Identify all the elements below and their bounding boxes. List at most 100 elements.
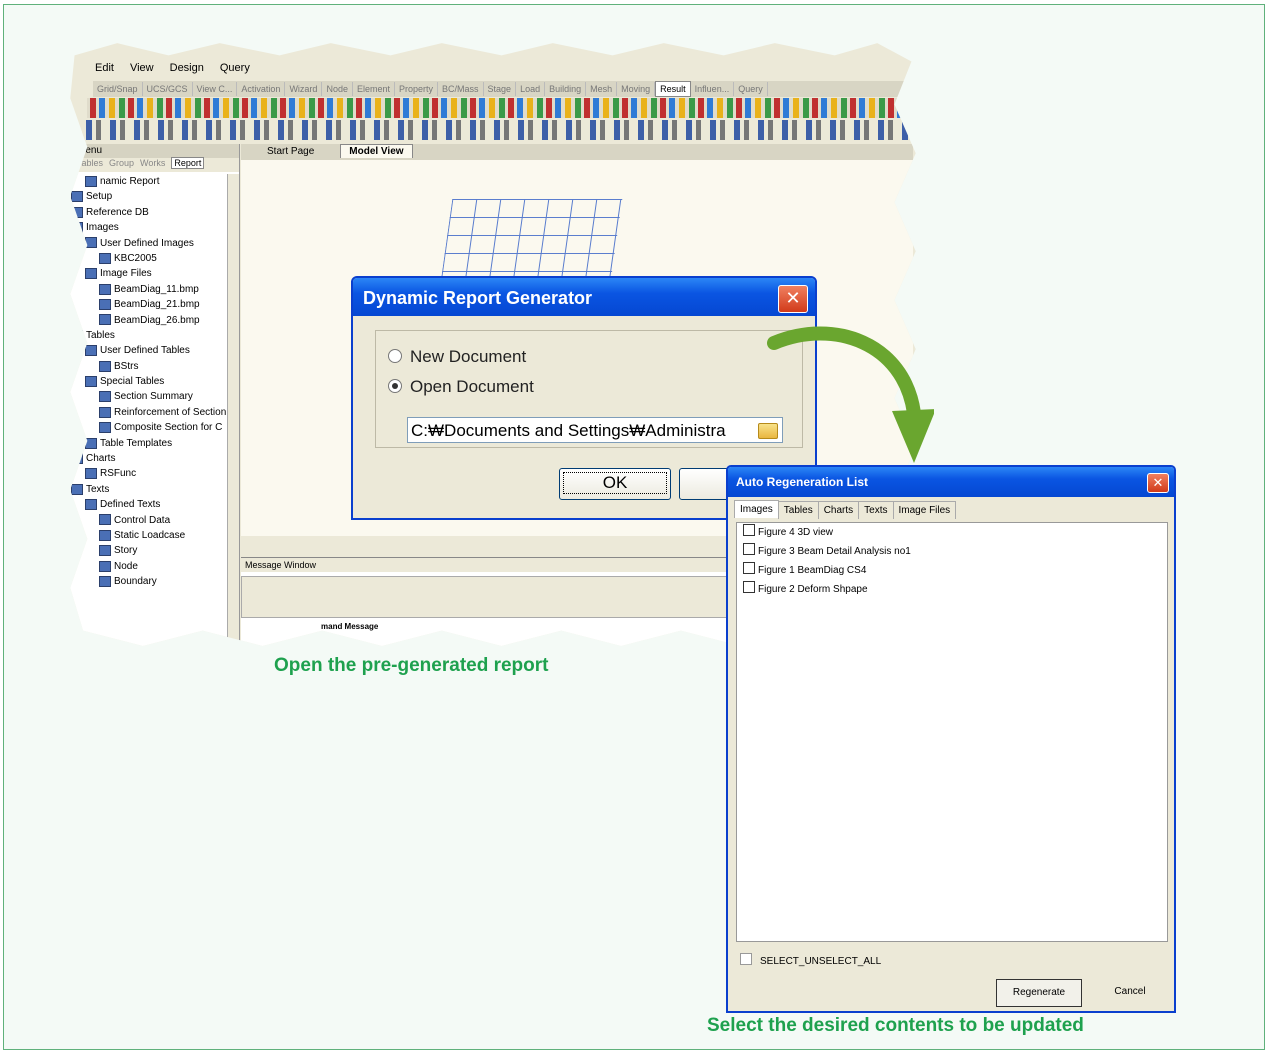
ribbon-tab[interactable]: Mesh [586, 82, 618, 96]
tree-item-label: Images [86, 222, 119, 234]
menu-item[interactable]: Design [170, 62, 204, 74]
view-tab[interactable]: Model View [340, 144, 413, 158]
toolbar-secondary [82, 120, 916, 140]
tree-item[interactable]: Special Tables [70, 374, 227, 389]
document-path-field[interactable]: C:₩Documents and Settings₩Administra [407, 417, 783, 443]
tree-item[interactable]: Table Templates [70, 436, 227, 451]
ribbon-tab[interactable]: View C... [193, 82, 238, 96]
tree-panel-title: Menu [70, 144, 239, 158]
ribbon-tab[interactable]: Grid/Snap [93, 82, 143, 96]
tree-item[interactable]: Tables [70, 328, 227, 343]
regeneration-item-label: Figure 3 Beam Detail Analysis no1 [758, 546, 911, 557]
ribbon-tab[interactable]: Property [395, 82, 439, 96]
tree-item-label: Composite Section for C [114, 422, 223, 434]
tree-item[interactable]: Reference DB [70, 205, 227, 220]
arl-tab[interactable]: Tables [777, 501, 819, 519]
tree-item[interactable]: BeamDiag_21.bmp [70, 297, 227, 312]
ribbon-tab[interactable]: Activation [237, 82, 286, 96]
tree-item[interactable]: Node [70, 559, 227, 574]
tree-item-label: BeamDiag_21.bmp [114, 299, 200, 311]
tree-item[interactable]: BeamDiag_26.bmp [70, 313, 227, 328]
tree-node-icon [99, 560, 111, 572]
menu-item[interactable]: Query [220, 62, 250, 74]
menu-item[interactable]: Edit [95, 62, 114, 74]
tree-item[interactable]: Texts [70, 482, 227, 497]
select-unselect-all-checkbox[interactable]: SELECT_UNSELECT_ALL [740, 953, 881, 967]
tree-item[interactable]: Reinforcement of Section [70, 405, 227, 420]
tree-node-icon [99, 283, 111, 295]
tree-item-label: Special Tables [100, 376, 165, 388]
checkbox-icon[interactable] [743, 543, 755, 555]
ribbon-tab[interactable]: UCS/GCS [143, 82, 193, 96]
tree-node-icon [99, 529, 111, 541]
tree-item[interactable]: Boundary [70, 574, 227, 589]
tree-tab[interactable]: Group [109, 158, 134, 168]
ribbon-tab[interactable]: Load [516, 82, 546, 96]
ribbon-tab[interactable]: BC/Mass [438, 82, 484, 96]
arl-tab[interactable]: Texts [858, 501, 894, 519]
tree-item[interactable]: RSFunc [70, 466, 227, 481]
ribbon-tab[interactable]: Stage [484, 82, 517, 96]
ribbon-tab[interactable]: Node [322, 82, 353, 96]
tree-item-label: User Defined Tables [100, 345, 190, 357]
ok-button[interactable]: OK [559, 468, 671, 500]
checkbox-icon[interactable] [743, 524, 755, 536]
tree-node-icon [99, 252, 111, 264]
arl-close-button[interactable]: ✕ [1147, 473, 1169, 493]
checkbox-icon[interactable] [743, 562, 755, 574]
tree-item[interactable]: BStrs [70, 359, 227, 374]
caption-open-report: Open the pre-generated report [274, 655, 549, 676]
tree-item[interactable]: Image Files [70, 266, 227, 281]
ribbon-tab[interactable]: Wizard [285, 82, 323, 96]
tree-item[interactable]: User Defined Tables [70, 343, 227, 358]
arl-cancel-button[interactable]: Cancel [1088, 979, 1172, 1007]
checkbox-icon [740, 953, 752, 965]
tree-node-icon [85, 345, 97, 357]
regeneration-list-item[interactable]: Figure 1 BeamDiag CS4 [737, 561, 1167, 580]
tree-node-icon [85, 499, 97, 511]
regeneration-list-item[interactable]: Figure 2 Deform Shpape [737, 580, 1167, 599]
checkbox-icon[interactable] [743, 581, 755, 593]
tree-item[interactable]: Defined Texts [70, 497, 227, 512]
tree-item[interactable]: BeamDiag_11.bmp [70, 282, 227, 297]
open-document-radio[interactable]: Open Document [388, 377, 534, 397]
view-tab[interactable]: Start Page [259, 145, 322, 158]
auto-regeneration-list-dialog: Auto Regeneration List ✕ Images Tables Cha… [726, 465, 1176, 1013]
drg-title-bar: Dynamic Report Generator [353, 278, 815, 316]
regeneration-item-label: Figure 4 3D view [758, 527, 834, 538]
ribbon-tab[interactable]: Query [734, 82, 768, 96]
regeneration-list-item[interactable]: Figure 3 Beam Detail Analysis no1 [737, 542, 1167, 561]
regeneration-list-item[interactable]: Figure 4 3D view [737, 523, 1167, 542]
menu-item[interactable]: View [130, 62, 154, 74]
tree-tab[interactable]: Works [140, 158, 165, 168]
tree-tab[interactable]: Report [171, 157, 205, 169]
arl-tab[interactable]: Image Files [892, 501, 957, 519]
tree-item[interactable]: namic Report [70, 174, 227, 189]
tree-item[interactable]: Images [70, 220, 227, 235]
regeneration-item-label: Figure 2 Deform Shpape [758, 584, 868, 595]
ribbon-tab[interactable]: Influen... [691, 82, 735, 96]
tree-item[interactable]: Setup [70, 189, 227, 204]
ribbon-tab[interactable]: Moving [617, 82, 656, 96]
tree-item-label: namic Report [100, 176, 160, 187]
arl-tab[interactable]: Charts [817, 501, 860, 519]
open-document-label: Open Document [410, 377, 534, 396]
tree-item[interactable]: Charts [70, 451, 227, 466]
tree-item[interactable]: Section Summary [70, 389, 227, 404]
tree-item[interactable]: Control Data [70, 513, 227, 528]
new-document-radio[interactable]: New Document [388, 347, 526, 367]
tree-item[interactable]: KBC2005 [70, 251, 227, 266]
ribbon-tab[interactable]: Element [353, 82, 395, 96]
drg-close-button[interactable]: ✕ [778, 285, 808, 313]
ribbon-tab[interactable]: Building [545, 82, 587, 96]
tree-item[interactable]: Static Loadcase [70, 528, 227, 543]
tree-item[interactable]: User Defined Images [70, 236, 227, 251]
tree-item[interactable]: Story [70, 543, 227, 558]
regenerate-button[interactable]: Regenerate [996, 979, 1082, 1007]
tree-item[interactable]: Composite Section for C [70, 420, 227, 435]
tree-item-label: Texts [86, 483, 110, 495]
tree-tab[interactable]: Tables [77, 158, 103, 168]
arl-tab[interactable]: Images [734, 500, 779, 518]
tree-scrollbar[interactable] [227, 174, 239, 646]
ribbon-tab[interactable]: Result [655, 81, 691, 97]
